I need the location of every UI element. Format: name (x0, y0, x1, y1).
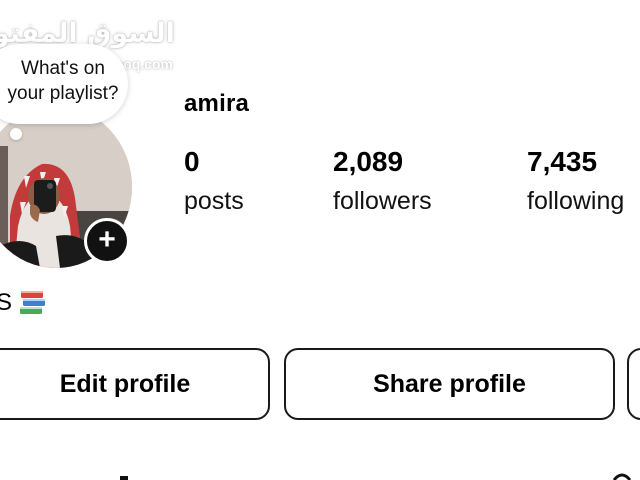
tab-icon-right-partial[interactable] (612, 470, 632, 480)
followers-label: followers (333, 187, 432, 215)
posts-label: posts (184, 187, 244, 215)
stat-followers[interactable]: 2,089 followers (333, 145, 432, 217)
note-text: What's on your playlist? (7, 58, 119, 104)
tab-icon-left-partial[interactable] (118, 470, 130, 480)
bio-text: S (0, 289, 13, 316)
share-profile-button[interactable]: Share profile (284, 348, 615, 420)
edit-profile-button[interactable]: Edit profile (0, 348, 270, 420)
following-count: 7,435 (527, 146, 598, 177)
add-story-button[interactable]: + (84, 218, 130, 264)
followers-count: 2,089 (333, 146, 404, 177)
books-icon (18, 289, 48, 317)
posts-count: 0 (184, 146, 200, 177)
following-label: following (527, 187, 625, 215)
stat-following[interactable]: 7,435 following (527, 145, 624, 217)
add-person-button[interactable] (627, 348, 640, 420)
note-bubble-tail (10, 128, 22, 140)
note-bubble[interactable]: What's on your playlist? (0, 44, 128, 124)
profile-bio: S (0, 288, 48, 318)
plus-icon: + (98, 222, 116, 256)
profile-username: amira (184, 90, 250, 117)
stat-posts[interactable]: 0 posts (184, 145, 244, 217)
